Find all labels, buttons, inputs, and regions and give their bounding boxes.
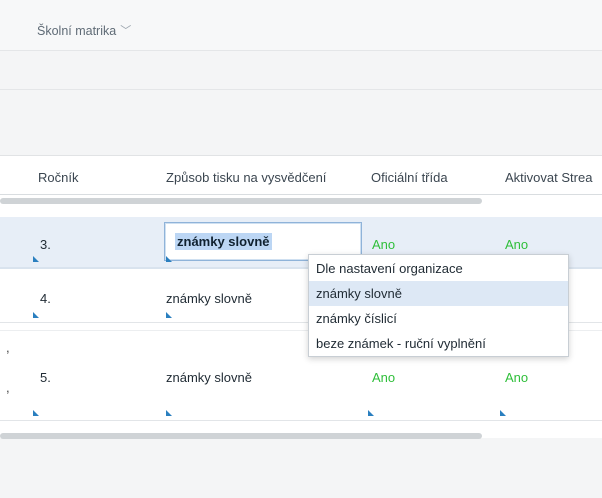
corner-marker-icon [500,410,506,416]
dropdown-option[interactable]: beze známek - ruční vyplnění [309,331,568,356]
corner-marker-icon [33,312,39,318]
horizontal-scrollbar-top[interactable] [0,198,482,204]
breadcrumb-label: Školní matrika [37,24,117,38]
row-marker: , [6,340,10,355]
cell-official-class[interactable]: Ano [372,370,395,385]
cell-print-mode[interactable]: známky slovně [166,291,252,306]
corner-marker-icon [166,256,172,262]
column-header-grade[interactable]: Ročník [38,170,78,185]
cell-grade[interactable]: 3. [40,237,51,252]
dropdown-option[interactable]: známky číslicí [309,306,568,331]
print-mode-dropdown[interactable]: Dle nastavení organizace známky slovně z… [308,254,569,357]
corner-marker-icon [166,312,172,318]
cell-activate-stream[interactable]: Ano [505,370,528,385]
cell-activate-stream[interactable]: Ano [505,237,528,252]
header-divider [0,194,602,195]
row-divider [0,420,602,421]
column-header-official-class[interactable]: Oficiální třída [371,170,448,185]
chevron-down-icon[interactable]: ﹀ [120,22,131,38]
breadcrumb[interactable]: Školní matrika ﹀ [37,23,131,39]
corner-marker-icon [166,410,172,416]
column-header-activate-stream[interactable]: Aktivovat Strea [505,170,592,185]
corner-marker-icon [368,410,374,416]
dropdown-option-selected[interactable]: známky slovně [309,281,568,306]
corner-marker-icon [33,256,39,262]
toolbar-band [0,51,602,90]
cell-grade[interactable]: 5. [40,370,51,385]
cell-grade[interactable]: 4. [40,291,51,306]
corner-marker-icon [33,410,39,416]
cell-official-class[interactable]: Ano [372,237,395,252]
cell-print-mode[interactable]: známky slovně [166,370,252,385]
editor-input-area[interactable] [270,232,354,250]
filter-band [0,90,602,156]
horizontal-scrollbar-bottom[interactable] [0,433,482,439]
column-header-print-mode[interactable]: Způsob tisku na vysvědčení [166,170,326,185]
row-marker: , [6,380,10,395]
dropdown-option[interactable]: Dle nastavení organizace [309,256,568,281]
editor-selected-text[interactable]: známky slovně [175,233,272,250]
